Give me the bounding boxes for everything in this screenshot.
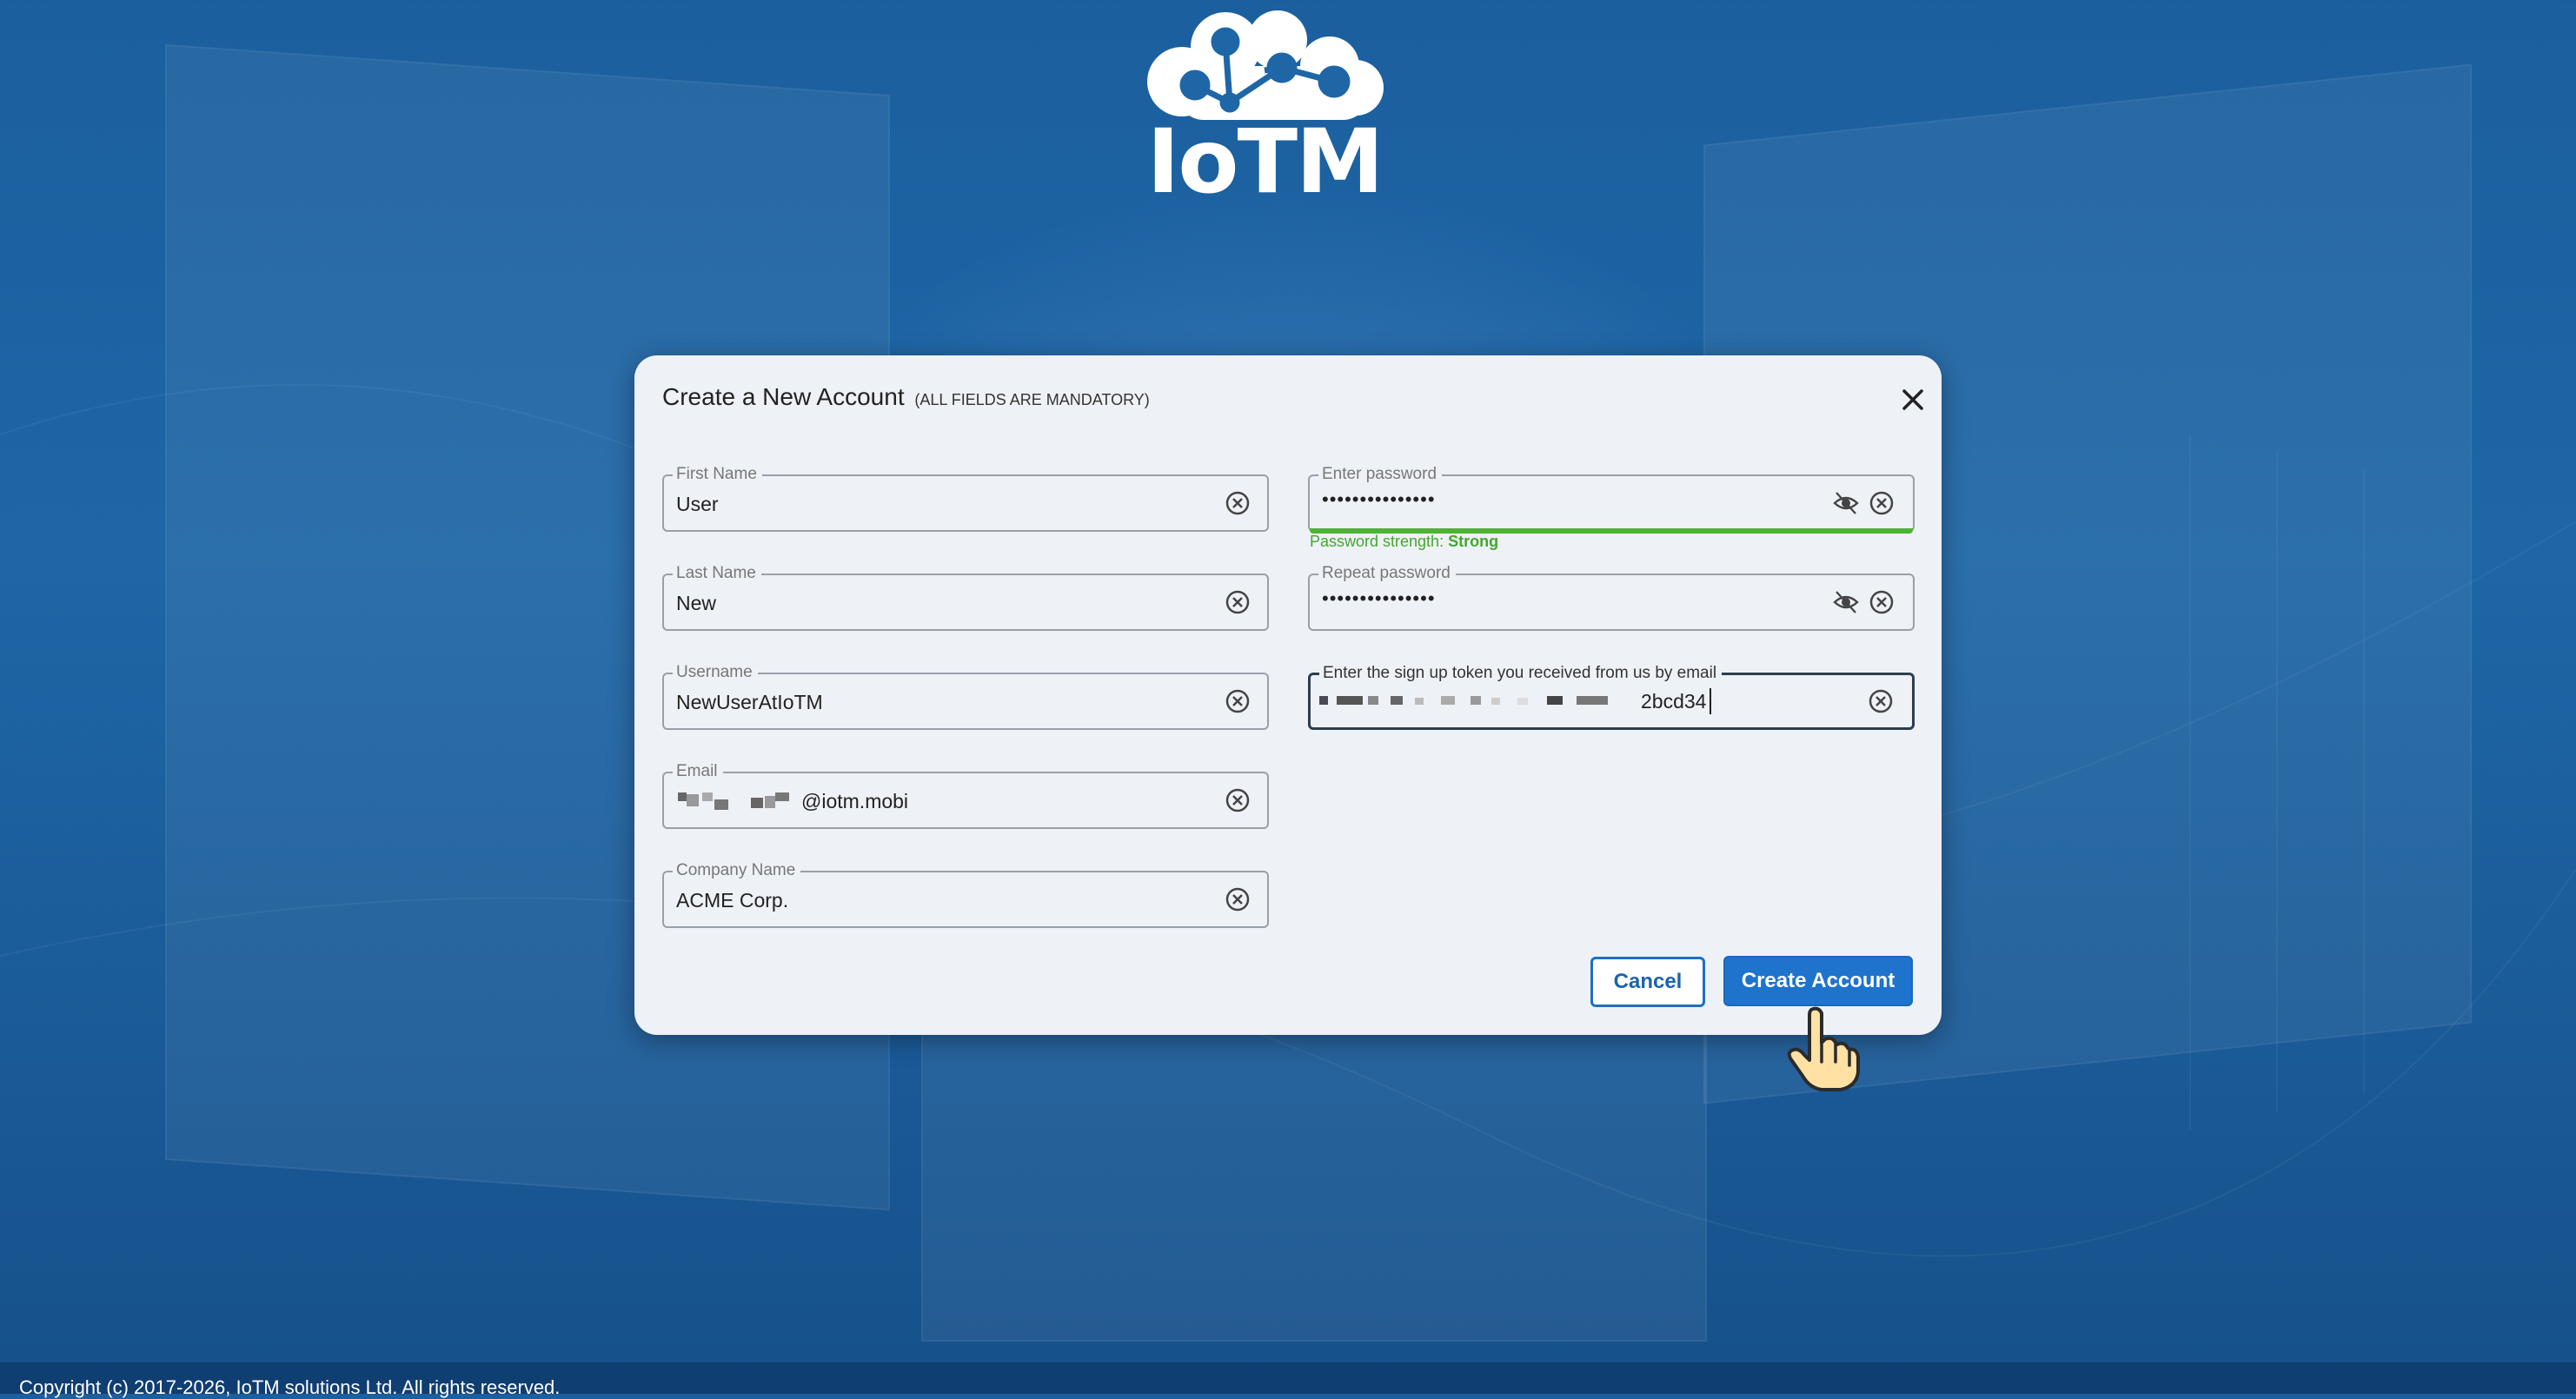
close-button[interactable]: [1896, 383, 1929, 416]
clear-icon[interactable]: [1868, 489, 1895, 517]
email-label: Email: [673, 762, 723, 781]
clear-icon[interactable]: [1224, 489, 1251, 517]
cloud-network-icon: [1147, 10, 1384, 120]
close-icon: [1902, 389, 1923, 410]
clear-icon[interactable]: [1867, 687, 1895, 715]
repeat-password-value: •••••••••••••••: [1322, 587, 1436, 609]
repeat-password-label: Repeat password: [1318, 564, 1456, 583]
iotm-logo: IoTM: [1134, 5, 1395, 214]
create-account-dialog: Create a New Account (ALL FIELDS ARE MAN…: [634, 355, 1942, 1035]
dialog-title: Create a New Account (ALL FIELDS ARE MAN…: [662, 383, 1150, 411]
clear-icon[interactable]: [1224, 687, 1251, 715]
clear-icon[interactable]: [1224, 588, 1251, 616]
last-name-field[interactable]: Last Name New: [662, 564, 1269, 631]
copyright-text: Copyright (c) 2017-2026, IoTM solutions …: [19, 1376, 561, 1398]
username-label: Username: [673, 663, 758, 682]
first-name-label: First Name: [673, 465, 762, 484]
clear-icon[interactable]: [1868, 588, 1895, 616]
signup-token-field[interactable]: Enter the sign up token you received fro…: [1308, 664, 1915, 730]
email-domain: @iotm.mobi: [801, 790, 909, 812]
email-field[interactable]: Email @iotm.mobi: [662, 762, 1269, 829]
bg-panel: [921, 1025, 1707, 1342]
signup-token-value: 2bcd34: [1641, 690, 1707, 713]
company-name-field[interactable]: Company Name ACME Corp.: [662, 861, 1269, 928]
company-name-value: ACME Corp.: [676, 889, 789, 912]
clear-icon[interactable]: [1224, 786, 1251, 814]
username-value: NewUserAtIoTM: [676, 691, 823, 713]
dialog-title-text: Create a New Account: [662, 383, 905, 410]
create-account-button[interactable]: Create Account: [1723, 956, 1913, 1006]
company-name-label: Company Name: [673, 861, 801, 880]
eye-off-icon[interactable]: [1831, 489, 1861, 517]
repeat-password-field[interactable]: Repeat password •••••••••••••••: [1308, 564, 1915, 631]
last-name-value: New: [676, 592, 717, 614]
password-value: •••••••••••••••: [1322, 488, 1436, 510]
signup-token-label: Enter the sign up token you received fro…: [1319, 664, 1723, 683]
username-field[interactable]: Username NewUserAtIoTM: [662, 663, 1269, 730]
text-caret: [1710, 688, 1711, 714]
last-name-label: Last Name: [673, 564, 761, 583]
footer: Copyright (c) 2017-2026, IoTM solutions …: [0, 1363, 2576, 1398]
dialog-subtitle: (ALL FIELDS ARE MANDATORY): [914, 391, 1150, 408]
password-strength: Password strength: Strong: [1310, 533, 1498, 551]
eye-off-icon[interactable]: [1831, 588, 1861, 616]
first-name-value: User: [676, 493, 719, 515]
cancel-button[interactable]: Cancel: [1590, 957, 1705, 1007]
clear-icon[interactable]: [1224, 885, 1251, 913]
logo-text: IoTM: [1146, 110, 1384, 214]
password-label: Enter password: [1318, 465, 1443, 484]
first-name-field[interactable]: First Name User: [662, 465, 1269, 532]
password-strength-value: Strong: [1448, 533, 1499, 550]
password-strength-label: Password strength:: [1310, 533, 1444, 550]
password-field[interactable]: Enter password •••••••••••••••: [1308, 465, 1915, 534]
hand-pointer-icon: [1787, 1006, 1860, 1091]
